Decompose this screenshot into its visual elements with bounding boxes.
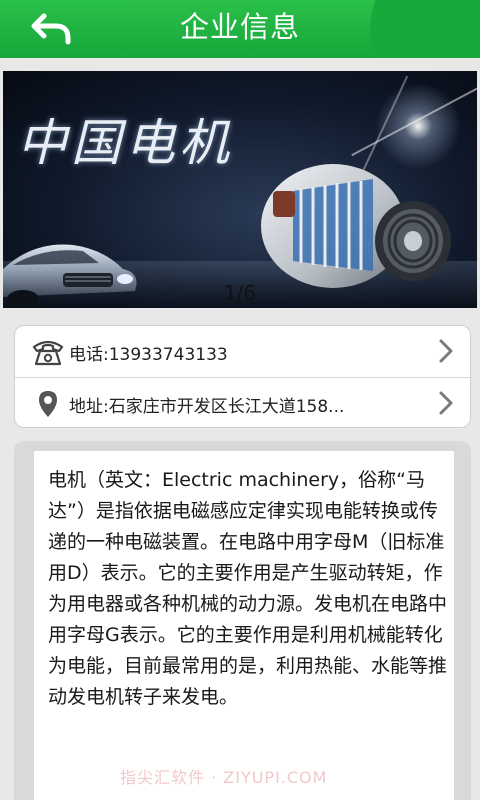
car-image <box>3 244 137 308</box>
phone-row[interactable]: 电话:13933743133 <box>15 326 472 377</box>
telephone-icon <box>32 340 64 366</box>
description-text: 电机（英文：Electric machinery，俗称“马达”）是指依据电磁感应… <box>48 469 448 708</box>
description-panel[interactable]: 电机（英文：Electric machinery，俗称“马达”）是指依据电磁感应… <box>34 451 454 800</box>
motor-image <box>261 164 451 288</box>
chevron-right-icon <box>439 339 453 363</box>
description-card: 电机（英文：Electric machinery，俗称“马达”）是指依据电磁感应… <box>14 441 471 800</box>
chevron-right-icon <box>439 391 453 415</box>
title-bar: 企业信息 <box>0 0 480 58</box>
watermark: 指尖汇软件 · ZIYUPI.COM <box>120 768 328 787</box>
page-title: 企业信息 <box>179 10 300 44</box>
address-text: 地址:石家庄市开发区长江大道158... <box>69 397 345 417</box>
banner-caption: 中国电机 <box>17 114 233 172</box>
location-pin-icon <box>39 391 57 417</box>
image-carousel[interactable]: 中国电机 1/6 <box>3 71 477 308</box>
carousel-page-indicator: 1/6 <box>223 281 257 305</box>
contact-card: 电话:13933743133 地址:石家庄市开发区长江大道158... <box>14 325 472 428</box>
address-row[interactable]: 地址:石家庄市开发区长江大道158... <box>15 377 472 428</box>
phone-number: 电话:13933743133 <box>69 345 228 365</box>
